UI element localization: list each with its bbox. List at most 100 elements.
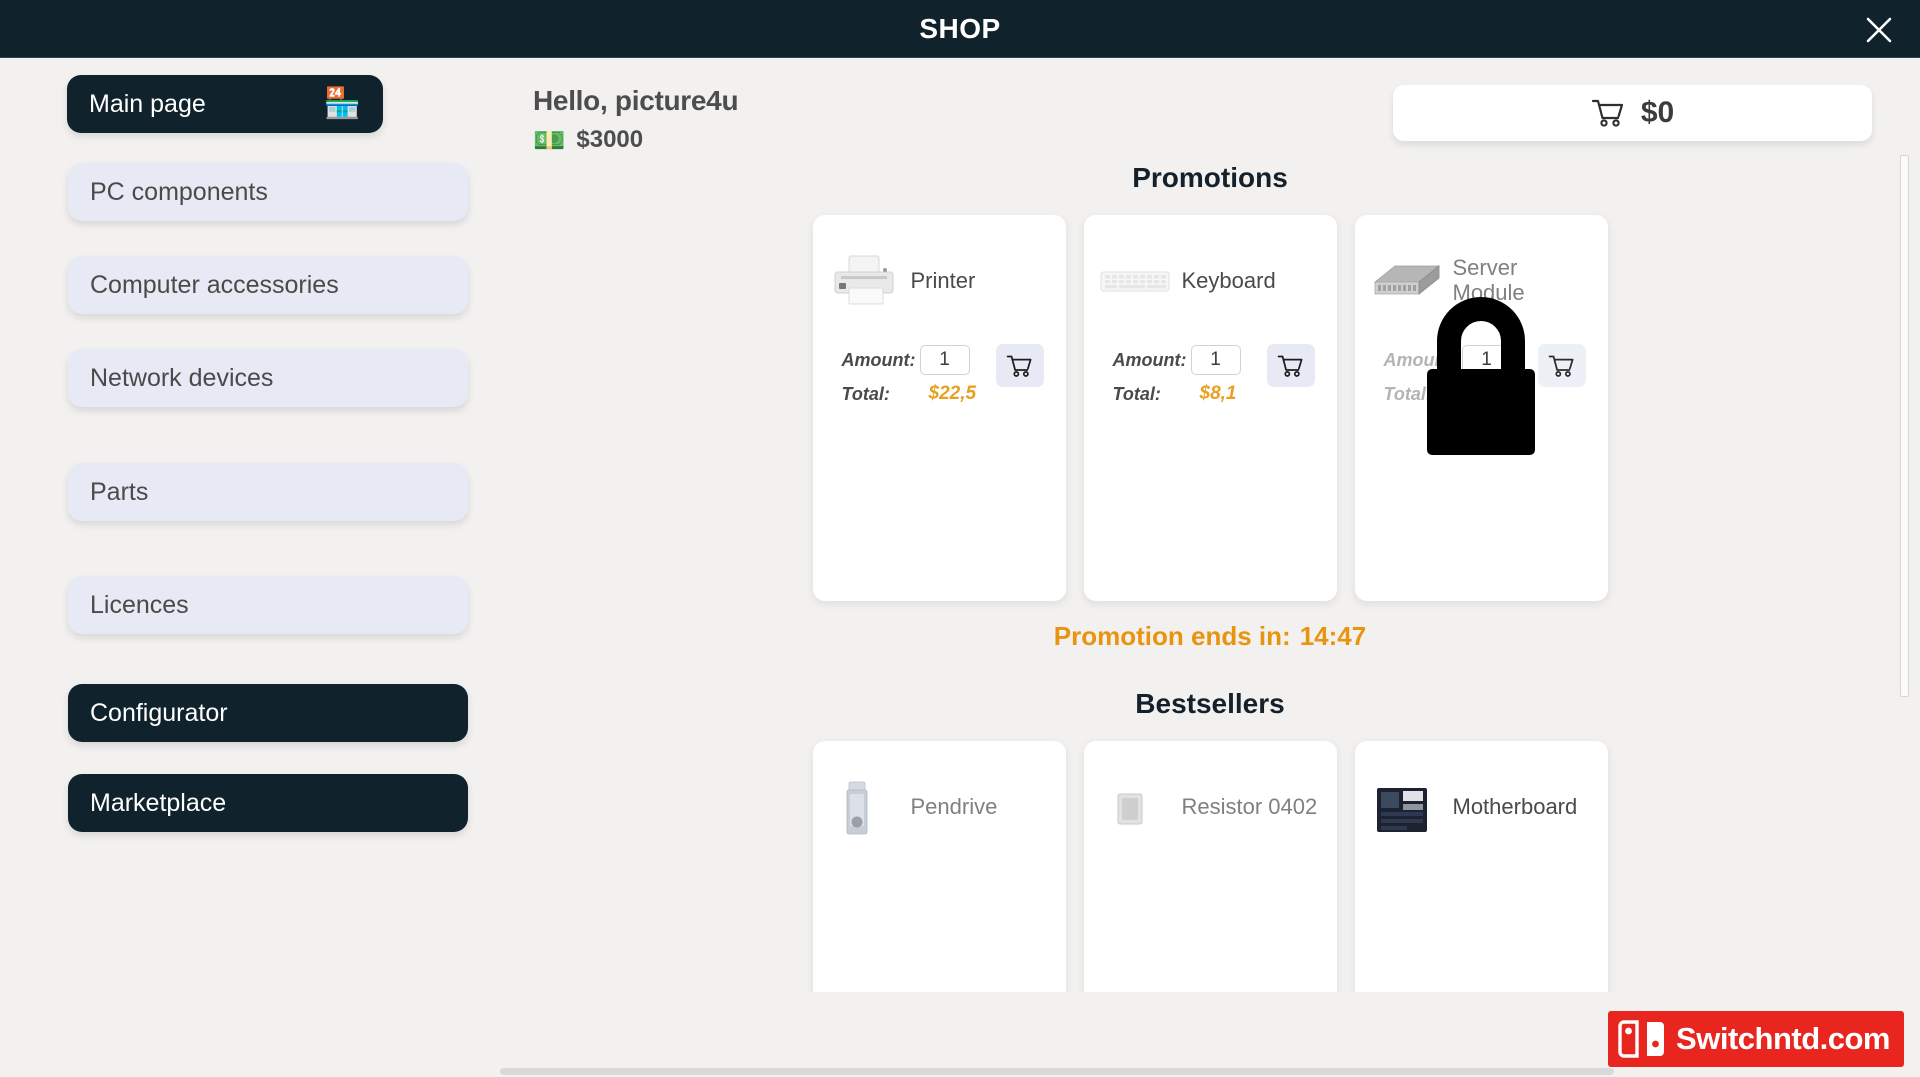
card-header: Pendrive [813,741,1066,837]
vertical-scrollbar[interactable] [1898,155,1910,697]
card-body: Amount: Total: [1355,311,1608,411]
amount-label: Amount: [1112,349,1187,370]
amount-row: Amount: [1384,343,1529,377]
amount-input[interactable] [1190,345,1241,375]
amount-row: Amount: [842,343,987,377]
product-name: Server Module [1452,255,1525,305]
total-label: Total: [1383,383,1432,404]
add-to-cart-button[interactable] [1266,344,1315,387]
switch-logo-icon [1618,1020,1665,1058]
vertical-scrollbar-thumb[interactable] [1900,155,1909,697]
sidebar-item-label: Network devices [90,363,274,392]
close-icon [1866,17,1892,43]
card-header: Motherboard [1355,741,1608,837]
promotion-card-keyboard[interactable]: Keyboard Amount: Total: $8,1 [1083,215,1337,601]
total-value: $8,1 [1199,383,1237,404]
sidebar-item-label: Main page [89,89,206,118]
motherboard-icon [1369,778,1443,836]
total-row: Total: $8,1 [1113,377,1258,411]
balance-amount: $3000 [576,125,644,153]
catalog-scroll-area: Promotions Printer Amount: 1 Total: $22,… [500,155,1920,992]
sidebar-item-configurator[interactable]: Configurator [68,684,468,742]
promotions-card-row: Printer Amount: Total: $22,5 [500,215,1920,601]
resistor-icon [1098,778,1172,836]
server-module-icon [1369,252,1443,310]
promotion-timer-label: Promotion ends in: [1053,621,1291,651]
sidebar-item-label: Licences [90,590,189,619]
sidebar-item-computer-accessories[interactable]: Computer accessories [68,256,468,314]
horizontal-scrollbar-thumb[interactable] [500,1068,1614,1075]
bestseller-card-resistor[interactable]: Resistor 0402 [1083,741,1337,992]
promotion-timer-value: 14:47 [1299,621,1367,651]
amount-input [1461,345,1512,375]
amount-label: Amount: [841,349,916,370]
balance-block: 💵 $3000 [533,126,1133,154]
sidebar-item-label: Parts [90,477,149,506]
keyboard-icon [1098,252,1172,310]
money-icon: 💵 [533,124,566,155]
card-header: Keyboard [1084,215,1337,311]
amount-input[interactable] [919,345,970,375]
bestsellers-card-row: Pendrive Resistor 0402 Motherboard [500,741,1920,992]
sidebar-item-label: Marketplace [90,788,227,817]
add-to-cart-button[interactable] [995,344,1044,387]
promotion-timer: Promotion ends in: 14:47 [500,621,1920,652]
cart-total-amount: $0 [1640,96,1675,129]
card-fields: Amount: Total: [1384,343,1529,411]
total-label: Total: [1112,383,1161,404]
card-header: Resistor 0402 [1084,741,1337,837]
printer-icon [827,252,901,310]
promotion-card-server-module[interactable]: Server Module Amount: Total: [1354,215,1608,601]
storefront-icon: 🏪 [323,87,361,120]
sidebar-item-label: Computer accessories [90,270,339,299]
total-row: Total: [1384,377,1529,411]
card-fields: Amount: Total: $22,5 [842,343,987,411]
card-header: Server Module [1355,215,1608,311]
product-name: Motherboard [1452,793,1578,819]
promotion-card-printer[interactable]: Printer Amount: Total: $22,5 [812,215,1066,601]
product-name: Pendrive [910,793,998,819]
watermark-text: Switchntd.com [1676,1021,1890,1056]
product-name: Resistor 0402 [1181,793,1318,819]
promotions-heading: Promotions [1132,162,1288,193]
page-title: SHOP [919,13,1001,44]
sidebar-item-marketplace[interactable]: Marketplace [68,774,468,832]
sidebar-item-licences[interactable]: Licences [68,576,468,634]
main-content: Hello, picture4u 💵 $3000 $0 Promotions P… [500,59,1920,1077]
product-name: Printer [910,267,976,293]
shopping-cart-icon [1006,355,1032,377]
close-button[interactable] [1858,9,1900,51]
bestseller-card-pendrive[interactable]: Pendrive [812,741,1066,992]
total-row: Total: $22,5 [842,377,987,411]
shopping-cart-icon [1591,98,1625,128]
card-body: Amount: Total: $22,5 [813,311,1066,411]
window-titlebar: SHOP [0,0,1920,58]
horizontal-scrollbar[interactable] [500,1068,1920,1076]
sidebar-item-label: PC components [90,177,268,206]
shopping-cart-icon [1277,355,1303,377]
card-header: Printer [813,215,1066,311]
shop-window: SHOP Main page 🏪 PC components Computer … [0,0,1920,1077]
greeting-text: Hello, picture4u [533,85,739,116]
cart-button[interactable]: $0 [1393,85,1872,141]
amount-row: Amount: [1113,343,1258,377]
bestseller-card-motherboard[interactable]: Motherboard [1354,741,1608,992]
amount-label: Amount: [1383,349,1458,370]
add-to-cart-button [1537,344,1586,387]
sidebar-item-pc-components[interactable]: PC components [68,163,468,221]
product-name: Keyboard [1181,267,1276,293]
shopping-cart-icon [1548,355,1574,377]
card-fields: Amount: Total: $8,1 [1113,343,1258,411]
sidebar-item-label: Configurator [90,698,228,727]
user-greeting-block: Hello, picture4u 💵 $3000 [533,85,1133,154]
sidebar-item-parts[interactable]: Parts [68,463,468,521]
sidebar-item-main-page[interactable]: Main page 🏪 [67,75,383,133]
sidebar-item-network-devices[interactable]: Network devices [68,349,468,407]
total-value: $22,5 [928,383,977,404]
card-body: Amount: Total: $8,1 [1084,311,1337,411]
site-watermark: Switchntd.com [1608,1011,1904,1067]
bestsellers-heading: Bestsellers [1135,688,1285,719]
total-label: Total: [841,383,890,404]
pendrive-icon [827,778,901,836]
sidebar-nav: Main page 🏪 PC components Computer acces… [0,59,500,1077]
